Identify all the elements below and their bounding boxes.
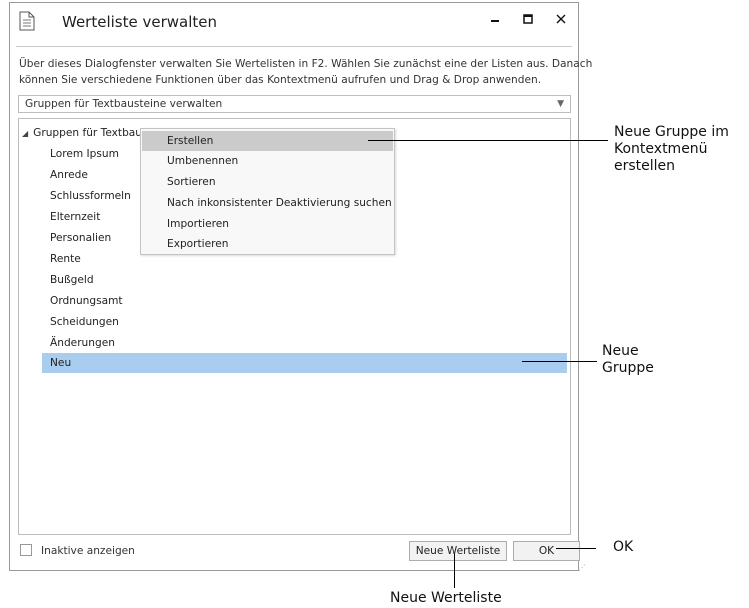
maximize-button[interactable] (517, 11, 539, 31)
menu-item-inkonsistenz-suchen[interactable]: Nach inkonsistenter Deaktivierung suchen (142, 193, 393, 213)
menu-item-umbenennen[interactable]: Umbenennen (142, 151, 393, 171)
menu-item-importieren[interactable]: Importieren (142, 214, 393, 234)
callout-line-ok (556, 548, 596, 549)
ok-button[interactable]: OK (513, 541, 580, 561)
tree-item-selected[interactable]: Neu (42, 353, 567, 373)
menu-item-exportieren[interactable]: Exportieren (142, 234, 393, 254)
close-icon (556, 14, 566, 24)
title-divider (16, 46, 572, 47)
callout-new-list: Neue Werteliste (390, 590, 502, 606)
callout-ok: OK (613, 539, 634, 555)
tree-item[interactable]: Lorem Ipsum (50, 148, 119, 160)
callout-line-new-list (454, 554, 455, 588)
description-line-1: Über dieses Dialogfenster verwalten Sie … (19, 58, 593, 70)
callout-new-group: Neue Gruppe (602, 343, 654, 376)
callout-line-context-menu (368, 140, 608, 141)
callout-line-new-group (522, 361, 597, 362)
context-menu: Erstellen Umbenennen Sortieren Nach inko… (140, 128, 395, 255)
tree-item[interactable]: Änderungen (50, 337, 115, 349)
list-select-value: Gruppen für Textbausteine verwalten (25, 98, 223, 110)
tree-item[interactable]: Personalien (50, 232, 111, 244)
minimize-button[interactable] (484, 11, 506, 31)
tree-item[interactable]: Elternzeit (50, 211, 100, 223)
menu-item-sortieren[interactable]: Sortieren (142, 172, 393, 192)
tree-item[interactable]: Ordnungsamt (50, 295, 123, 307)
show-inactive-label: Inaktive anzeigen (41, 545, 135, 557)
maximize-icon (523, 14, 533, 24)
close-button[interactable] (550, 11, 572, 31)
chevron-down-icon: ▼ (557, 99, 564, 109)
show-inactive-checkbox[interactable] (20, 544, 32, 556)
minimize-icon (491, 20, 499, 22)
list-select-dropdown[interactable]: Gruppen für Textbausteine verwalten ▼ (18, 95, 571, 113)
tree-item[interactable]: Schlussformeln (50, 190, 131, 202)
resize-grip-icon[interactable]: ⋰ (578, 563, 586, 572)
description-line-2: können Sie verschiedene Funktionen über … (19, 74, 542, 86)
dialog-description: Über dieses Dialogfenster verwalten Sie … (19, 56, 593, 88)
tree-item[interactable]: Bußgeld (50, 274, 94, 286)
expand-triangle-icon[interactable]: ◢ (22, 129, 28, 138)
tree-item[interactable]: Scheidungen (50, 316, 119, 328)
window-title: Werteliste verwalten (62, 13, 218, 31)
callout-context-menu: Neue Gruppe im Kontextmenü erstellen (614, 124, 729, 174)
dialog-window: Werteliste verwalten Über dieses Dialogf… (9, 2, 593, 572)
tree-item[interactable]: Anrede (50, 169, 88, 181)
document-icon (19, 11, 35, 31)
tree-item[interactable]: Rente (50, 253, 81, 265)
menu-item-erstellen[interactable]: Erstellen (142, 131, 393, 151)
new-list-button[interactable]: Neue Werteliste (409, 541, 507, 561)
title-bar[interactable]: Werteliste verwalten (10, 3, 578, 43)
